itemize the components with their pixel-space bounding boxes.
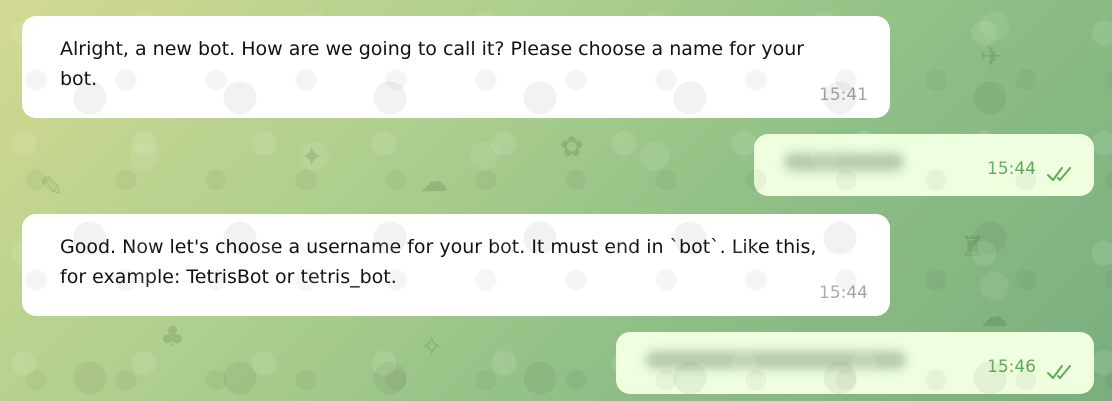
message-bubble-outgoing[interactable]: c0000_telegram_test_bot 15:46: [616, 332, 1094, 394]
doodle-icon: ☁: [980, 300, 1008, 333]
doodle-icon: ☁: [420, 165, 448, 198]
doodle-icon: ✿: [560, 130, 584, 163]
message-time: 15:44: [987, 159, 1036, 179]
redacted-message-text: c0000_telegram_test_bot: [646, 351, 906, 369]
redacted-message-text: c0000testbot: [784, 153, 904, 171]
doodle-icon: ✎: [40, 170, 64, 203]
doodle-icon: ✧: [420, 330, 444, 363]
message-time: 15:46: [987, 357, 1036, 377]
doodle-icon: ♜: [960, 230, 986, 263]
message-text: Alright, a new bot. How are we going to …: [60, 38, 805, 90]
message-time: 15:41: [819, 85, 868, 105]
double-check-icon: [1047, 365, 1071, 379]
doodle-icon: ✦: [300, 140, 324, 173]
message-text: Good. Now let's choose a username for yo…: [60, 236, 817, 288]
message-bubble-outgoing[interactable]: c0000testbot 15:44: [754, 134, 1094, 196]
doodle-icon: ✈: [980, 40, 1004, 73]
chat-background: ✦ ☁ ✿ ♣ ✈ ♜ ☁ ✧ ✎ Alright, a new bot. Ho…: [0, 0, 1112, 401]
message-bubble-incoming[interactable]: Alright, a new bot. How are we going to …: [22, 16, 890, 118]
double-check-icon: [1047, 167, 1071, 181]
doodle-icon: ♣: [160, 320, 186, 353]
message-time: 15:44: [819, 283, 868, 303]
message-bubble-incoming[interactable]: Good. Now let's choose a username for yo…: [22, 214, 890, 316]
